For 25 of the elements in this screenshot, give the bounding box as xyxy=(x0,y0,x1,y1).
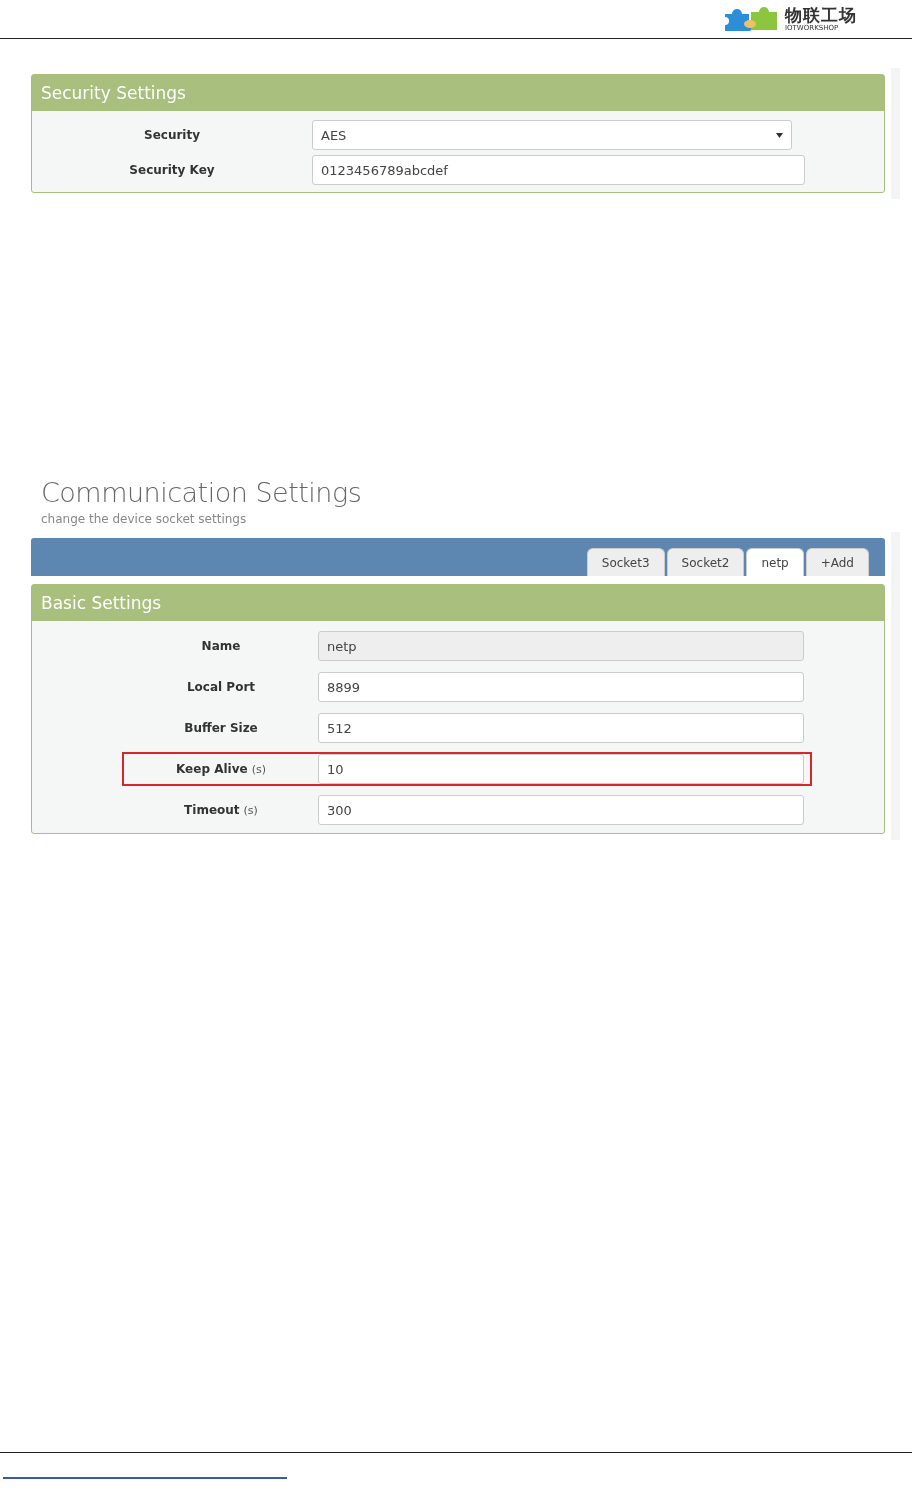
field-label: Local Port xyxy=(186,680,256,694)
unit-label: (s) xyxy=(251,763,266,776)
field-label: Name xyxy=(201,639,241,653)
panel-title: Security Settings xyxy=(32,75,884,111)
field-label: Buffer Size xyxy=(184,721,258,735)
input-field[interactable]: 8899 xyxy=(318,672,804,702)
field-label: Security Key xyxy=(128,163,216,177)
unit-label: (s) xyxy=(243,804,258,817)
input-field[interactable]: 10 xyxy=(318,754,804,784)
page-subtitle: change the device socket settings xyxy=(41,512,248,526)
security-select[interactable]: AES xyxy=(312,120,792,150)
panel-title: Basic Settings xyxy=(32,585,884,621)
logo-text: 物联工场 xyxy=(785,6,857,24)
input-field[interactable]: 0123456789abcdef xyxy=(312,155,805,185)
field-label: Security xyxy=(143,128,201,142)
input-field[interactable]: 300 xyxy=(318,795,804,825)
socket-tab[interactable]: +Add xyxy=(805,548,869,576)
field-label: Timeout xyxy=(184,803,240,817)
caret-icon xyxy=(776,132,783,138)
page-title: Communication Settings xyxy=(41,477,363,508)
input-field[interactable]: 512 xyxy=(318,713,804,743)
socket-tab[interactable]: Socket3 xyxy=(586,548,665,576)
field-label: Keep Alive xyxy=(176,762,248,776)
socket-tab[interactable]: Socket2 xyxy=(666,548,745,576)
socket-tab[interactable]: netp xyxy=(746,548,804,576)
